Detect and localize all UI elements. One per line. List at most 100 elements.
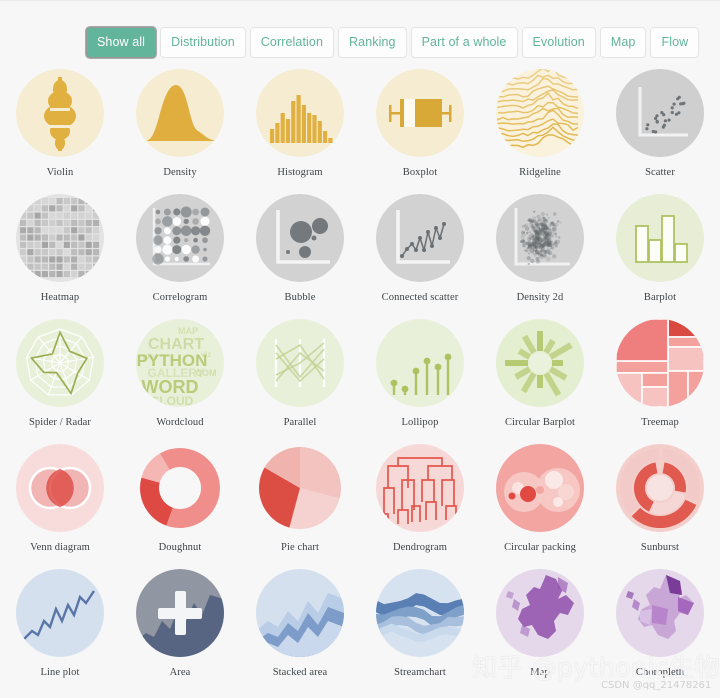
gallery-item-circular-packing[interactable]: Circular packing: [480, 441, 600, 566]
gallery-item-label: Bubble: [284, 292, 316, 303]
gallery-item-choropleth[interactable]: Choropleth: [600, 566, 720, 691]
filter-tab-correlation[interactable]: Correlation: [249, 26, 335, 59]
gallery-item-sunburst[interactable]: Sunburst: [600, 441, 720, 566]
gallery-item-label: Scatter: [645, 167, 675, 178]
histogram-icon[interactable]: [256, 69, 344, 157]
gallery-item-label: Area: [169, 667, 191, 678]
gallery-item-streamchart[interactable]: Streamchart: [360, 566, 480, 691]
density-2d-icon[interactable]: [496, 194, 584, 282]
gallery-item-label: Pie chart: [281, 542, 319, 553]
gallery-item-ridgeline[interactable]: Ridgeline: [480, 66, 600, 191]
line-plot-icon[interactable]: [16, 569, 104, 657]
hover-overlay[interactable]: [136, 569, 224, 657]
filter-tab-evolution[interactable]: Evolution: [521, 26, 596, 59]
gallery-item-label: Parallel: [283, 417, 317, 428]
gallery-item-scatter[interactable]: Scatter: [600, 66, 720, 191]
venn-diagram-icon[interactable]: [16, 444, 104, 532]
filter-tab-show-all[interactable]: Show all: [86, 26, 157, 59]
stacked-area-icon[interactable]: [256, 569, 344, 657]
area-icon[interactable]: [136, 569, 224, 657]
top-divider: [0, 0, 720, 3]
violin-icon[interactable]: [16, 69, 104, 157]
gallery-item-label: Spider / Radar: [28, 417, 92, 428]
gallery-item-venn-diagram[interactable]: Venn diagram: [0, 441, 120, 566]
circular-barplot-icon[interactable]: [496, 319, 584, 407]
gallery-item-label: Boxplot: [402, 167, 438, 178]
gallery-item-label: Doughnut: [158, 542, 202, 553]
scatter-icon[interactable]: [616, 69, 704, 157]
gallery-item-label: Density 2d: [516, 292, 564, 303]
gallery-item-bubble[interactable]: Bubble: [240, 191, 360, 316]
gallery-item-label: Wordcloud: [156, 417, 204, 428]
gallery-item-parallel[interactable]: Parallel: [240, 316, 360, 441]
gallery-item-label: Correlogram: [152, 292, 208, 303]
circular-packing-icon[interactable]: [496, 444, 584, 532]
gallery-item-label: Barplot: [643, 292, 677, 303]
sunburst-icon[interactable]: [616, 444, 704, 532]
choropleth-icon[interactable]: [616, 569, 704, 657]
gallery-item-label: Sunburst: [640, 542, 680, 553]
gallery-item-label: Histogram: [277, 167, 323, 178]
ridgeline-icon[interactable]: [496, 69, 584, 157]
streamchart-icon[interactable]: [376, 569, 464, 657]
svg-text:plot: plot: [143, 352, 158, 361]
gallery-item-doughnut[interactable]: Doughnut: [120, 441, 240, 566]
svg-text:viz: viz: [201, 350, 212, 359]
barplot-icon[interactable]: [616, 194, 704, 282]
gallery-item-label: Streamchart: [394, 667, 446, 678]
gallery-item-correlogram[interactable]: Correlogram: [120, 191, 240, 316]
gallery-item-label: Heatmap: [40, 292, 80, 303]
spider-radar-icon[interactable]: [16, 319, 104, 407]
gallery-item-area[interactable]: Area: [120, 566, 240, 691]
filter-tab-distribution[interactable]: Distribution: [160, 26, 246, 59]
density-icon[interactable]: [136, 69, 224, 157]
lollipop-icon[interactable]: [376, 319, 464, 407]
heatmap-icon[interactable]: [16, 194, 104, 282]
gallery-item-density-2d[interactable]: Density 2d: [480, 191, 600, 316]
gallery-item-circular-barplot[interactable]: Circular Barplot: [480, 316, 600, 441]
gallery-item-boxplot[interactable]: Boxplot: [360, 66, 480, 191]
doughnut-icon[interactable]: [136, 444, 224, 532]
bubble-icon[interactable]: [256, 194, 344, 282]
gallery-item-label: Connected scatter: [381, 292, 459, 303]
gallery-item-heatmap[interactable]: Heatmap: [0, 191, 120, 316]
gallery-item-spider-radar[interactable]: Spider / Radar: [0, 316, 120, 441]
map-icon[interactable]: [496, 569, 584, 657]
gallery-item-label: Violin: [46, 167, 74, 178]
gallery-item-label: Venn diagram: [30, 542, 90, 553]
connected-scatter-icon[interactable]: [376, 194, 464, 282]
treemap-icon[interactable]: [616, 319, 704, 407]
filter-tab-flow[interactable]: Flow: [650, 26, 700, 59]
gallery-item-label: Lollipop: [401, 417, 439, 428]
svg-text:CLOUD: CLOUD: [151, 394, 194, 407]
gallery-item-stacked-area[interactable]: Stacked area: [240, 566, 360, 691]
gallery-item-violin[interactable]: Violin: [0, 66, 120, 191]
dendrogram-icon[interactable]: [376, 444, 464, 532]
gallery-item-connected-scatter[interactable]: Connected scatter: [360, 191, 480, 316]
wordcloud-icon[interactable]: MAP CHART PYTHON GALLERY COM WORD CLOUD plot viz: [136, 319, 224, 407]
gallery-item-map[interactable]: Map: [480, 566, 600, 691]
filter-tab-part-of-a-whole[interactable]: Part of a whole: [410, 26, 518, 59]
correlogram-icon[interactable]: [136, 194, 224, 282]
gallery-item-wordcloud[interactable]: MAP CHART PYTHON GALLERY COM WORD CLOUD plot viz…: [120, 316, 240, 441]
gallery-item-label: Density: [163, 167, 197, 178]
gallery-item-treemap[interactable]: Treemap: [600, 316, 720, 441]
gallery-item-label: Ridgeline: [519, 167, 561, 178]
filter-bar: Show all Distribution Correlation Ranking Pa…: [0, 0, 720, 66]
gallery-item-lollipop[interactable]: Lollipop: [360, 316, 480, 441]
parallel-icon[interactable]: [256, 319, 344, 407]
filter-tab-ranking[interactable]: Ranking: [338, 26, 407, 59]
gallery-item-line-plot[interactable]: Line plot: [0, 566, 120, 691]
filter-tab-map[interactable]: Map: [599, 26, 647, 59]
svg-text:MAP: MAP: [178, 326, 198, 336]
gallery-item-histogram[interactable]: Histogram: [240, 66, 360, 191]
gallery-item-density[interactable]: Density: [120, 66, 240, 191]
gallery-item-label: Circular packing: [504, 542, 576, 553]
pie-chart-icon[interactable]: [256, 444, 344, 532]
boxplot-icon[interactable]: [376, 69, 464, 157]
gallery-item-label: Map: [530, 667, 550, 678]
gallery-item-pie-chart[interactable]: Pie chart: [240, 441, 360, 566]
gallery-item-barplot[interactable]: Barplot: [600, 191, 720, 316]
gallery-item-label: Stacked area: [272, 667, 328, 678]
gallery-item-dendrogram[interactable]: Dendrogram: [360, 441, 480, 566]
